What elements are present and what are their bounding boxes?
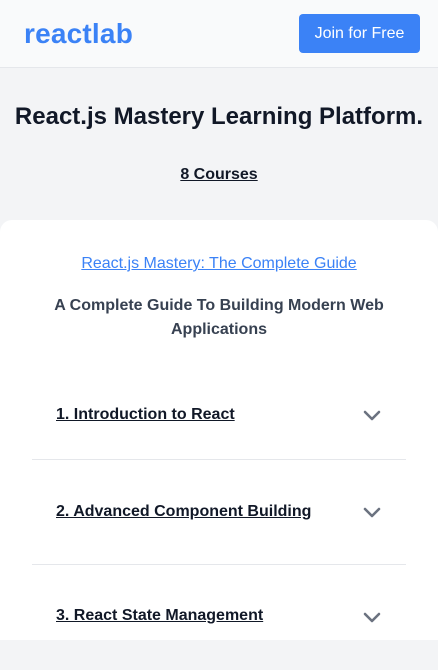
course-title-link[interactable]: React.js Mastery: The Complete Guide — [32, 255, 406, 273]
module-title[interactable]: 1. Introduction to React — [56, 406, 235, 424]
courses-count-link[interactable]: 8 Courses — [180, 166, 257, 184]
module-title[interactable]: 3. React State Management — [56, 607, 263, 625]
course-subtitle: A Complete Guide To Building Modern Web … — [54, 297, 384, 338]
reactlab-logo[interactable]: reactlab — [24, 18, 133, 50]
hero-section: React.js Mastery Learning Platform. 8 Co… — [0, 68, 438, 220]
join-for-free-button[interactable]: Join for Free — [299, 14, 420, 53]
chevron-down-icon[interactable] — [362, 405, 382, 425]
module-title[interactable]: 2. Advanced Component Building — [56, 503, 311, 521]
site-header: reactlab Join for Free — [0, 0, 438, 68]
course-card: React.js Mastery: The Complete Guide A C… — [0, 220, 438, 640]
module-item-state-management[interactable]: 3. React State Management — [32, 565, 406, 670]
chevron-down-icon[interactable] — [362, 502, 382, 522]
module-item-advanced-components[interactable]: 2. Advanced Component Building — [32, 460, 406, 565]
module-list: 1. Introduction to React 2. Advanced Com… — [32, 382, 406, 670]
chevron-down-icon[interactable] — [362, 607, 382, 627]
module-item-introduction[interactable]: 1. Introduction to React — [32, 382, 406, 460]
page-title: React.js Mastery Learning Platform. — [14, 103, 424, 130]
